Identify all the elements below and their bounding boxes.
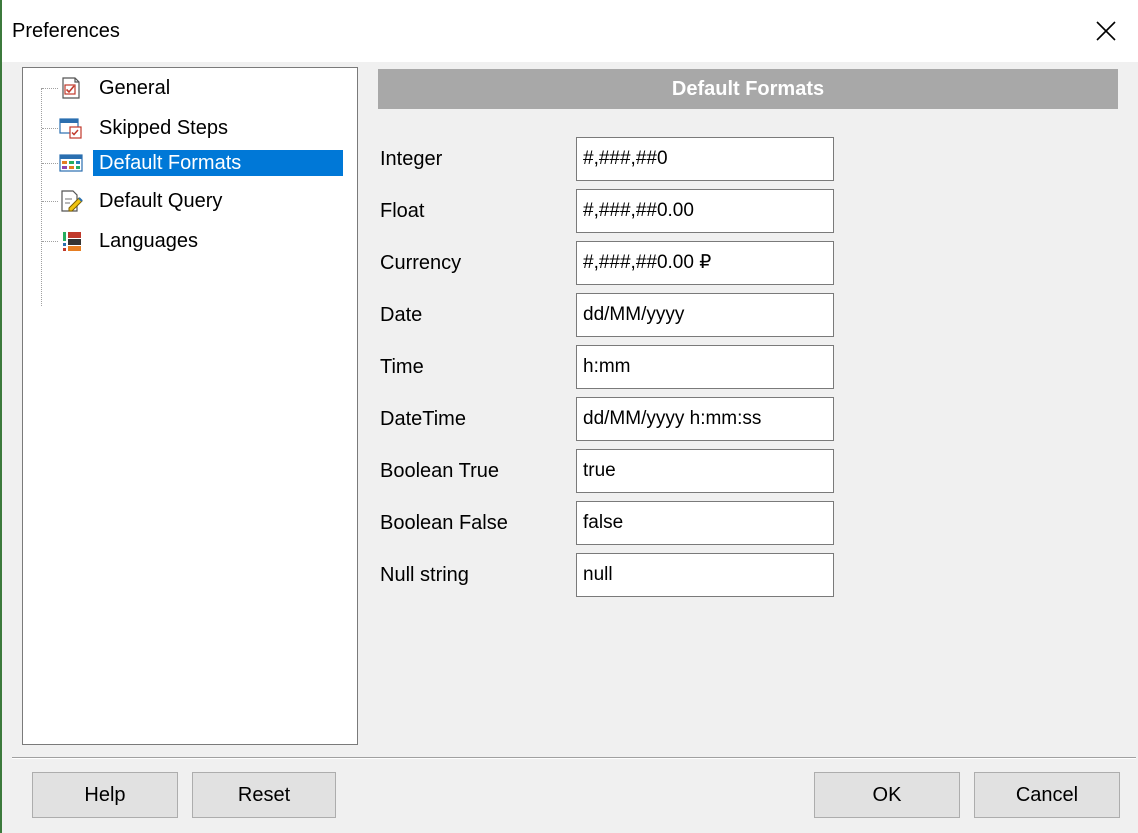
ok-button[interactable]: OK xyxy=(814,772,960,818)
datetime-label: DateTime xyxy=(380,408,466,430)
tree-branch-line xyxy=(42,201,58,202)
general-doc-icon xyxy=(62,77,80,99)
boolean-true-input[interactable]: true xyxy=(576,449,834,493)
boolean-true-label: Boolean True xyxy=(380,460,499,482)
currency-label: Currency xyxy=(380,252,462,274)
integer-format-input[interactable]: #,###,##0 xyxy=(576,137,834,181)
help-button[interactable]: Help xyxy=(32,772,178,818)
tree-branch-line xyxy=(42,128,58,129)
preferences-tree[interactable]: General Skipped Steps Default Formats De… xyxy=(22,67,358,745)
preferences-dialog: Preferences General Skipped Steps Defaul… xyxy=(0,0,1138,833)
tree-item-general[interactable]: General xyxy=(23,73,353,103)
currency-format-input[interactable]: #,###,##0.00 ₽ xyxy=(576,241,834,285)
integer-label: Integer xyxy=(380,148,443,170)
section-header: Default Formats xyxy=(378,69,1118,109)
tree-branch-line xyxy=(42,241,58,242)
tree-item-label: Default Query xyxy=(99,190,223,212)
datetime-format-input[interactable]: dd/MM/yyyy h:mm:ss xyxy=(576,397,834,441)
tree-item-default-formats[interactable]: Default Formats xyxy=(23,148,353,178)
boolean-false-label: Boolean False xyxy=(380,512,508,534)
tree-item-label: Languages xyxy=(99,230,198,252)
title-bar: Preferences xyxy=(2,0,1138,62)
reset-button[interactable]: Reset xyxy=(192,772,336,818)
languages-flag-icon xyxy=(63,232,81,251)
null-string-input[interactable]: null xyxy=(576,553,834,597)
skipped-steps-icon xyxy=(59,118,82,139)
tree-branch-line xyxy=(42,163,58,164)
date-format-input[interactable]: dd/MM/yyyy xyxy=(576,293,834,337)
time-label: Time xyxy=(380,356,424,378)
cancel-button[interactable]: Cancel xyxy=(974,772,1120,818)
close-button[interactable] xyxy=(1074,0,1138,62)
tree-item-label: Default Formats xyxy=(93,150,343,176)
null-string-label: Null string xyxy=(380,564,469,586)
date-label: Date xyxy=(380,304,423,326)
close-icon xyxy=(1096,21,1116,41)
time-format-input[interactable]: h:mm xyxy=(576,345,834,389)
tree-item-default-query[interactable]: Default Query xyxy=(23,186,353,216)
boolean-false-input[interactable]: false xyxy=(576,501,834,545)
tree-item-skipped-steps[interactable]: Skipped Steps xyxy=(23,113,353,143)
tree-item-languages[interactable]: Languages xyxy=(23,226,353,256)
float-label: Float xyxy=(380,200,425,222)
tree-branch-line xyxy=(42,88,58,89)
tree-item-label: General xyxy=(99,77,171,99)
query-edit-icon xyxy=(61,190,83,212)
button-bar-divider xyxy=(12,757,1136,759)
tree-item-label: Skipped Steps xyxy=(99,117,228,139)
grid-table-icon xyxy=(59,154,83,172)
window-title: Preferences xyxy=(12,20,120,42)
float-format-input[interactable]: #,###,##0.00 xyxy=(576,189,834,233)
